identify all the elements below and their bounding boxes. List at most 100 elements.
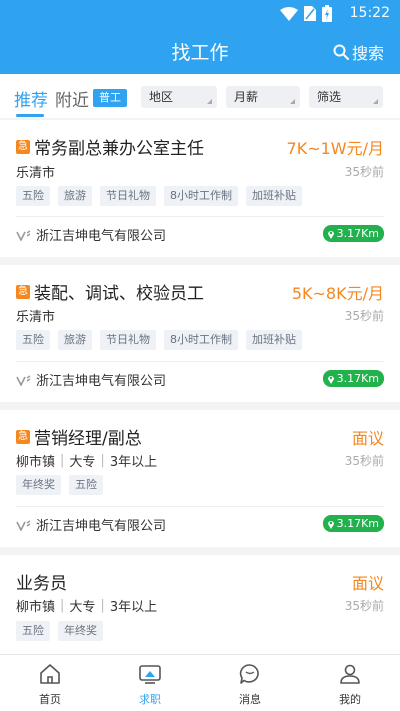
job-card[interactable]: 急 装配、调试、校验员工 5K~8K元/月 乐清市 35秒前 五险 旅游 节日礼…	[0, 265, 400, 402]
company-name: 浙江吉坤电气有限公司	[36, 229, 167, 244]
salary-dropdown-label: 月薪	[234, 90, 259, 104]
job-title: 常务副总兼办公室主任	[34, 139, 204, 159]
benefit-tag: 节日礼物	[100, 186, 156, 206]
message-icon	[239, 664, 259, 684]
benefit-tags: 五险 旅游 节日礼物 8小时工作制 加班补贴	[16, 186, 302, 206]
status-icons	[280, 5, 332, 22]
job-meta: 柳市镇 | 大专 | 3年以上	[16, 596, 157, 615]
benefit-tag: 五险	[16, 186, 50, 206]
company-row[interactable]: 浙江吉坤电气有限公司	[16, 225, 166, 244]
urgent-icon: 急	[16, 284, 30, 299]
job-location: 乐清市	[16, 166, 56, 181]
benefit-tag: 旅游	[58, 186, 92, 206]
job-salary: 面议	[351, 429, 384, 448]
benefit-tag: 五险	[16, 330, 50, 350]
distance-badge: 3.17Km	[322, 225, 384, 242]
bottom-navigation: 首页 求职 消息 我的	[0, 654, 400, 711]
job-experience: 3年以上	[109, 600, 158, 615]
nav-home[interactable]: 首页	[0, 655, 100, 711]
app-header: 找工作 搜索	[0, 28, 400, 74]
job-card[interactable]: 急 常务副总兼办公室主任 7K~1W元/月 乐清市 35秒前 五险 旅游 节日礼…	[0, 120, 400, 257]
company-name: 浙江吉坤电气有限公司	[36, 374, 167, 389]
benefit-tag: 节日礼物	[100, 330, 156, 350]
benefit-tag: 加班补贴	[246, 330, 302, 350]
benefit-tags: 年终奖 五险	[16, 475, 103, 495]
location-pin-icon	[327, 230, 334, 239]
job-search-icon	[139, 665, 161, 684]
nav-messages[interactable]: 消息	[200, 655, 300, 711]
tab-nearby[interactable]: 附近	[55, 86, 89, 111]
nav-label: 消息	[239, 693, 261, 706]
benefit-tag: 8小时工作制	[164, 330, 238, 350]
job-meta: 乐清市	[16, 306, 55, 325]
job-location: 柳市镇	[16, 600, 56, 615]
meta-separator: |	[60, 598, 65, 613]
salary-dropdown[interactable]: 月薪	[226, 86, 300, 108]
nav-label: 求职	[139, 693, 161, 706]
category-chip-general-worker[interactable]: 普工	[93, 89, 127, 107]
company-row[interactable]: 浙江吉坤电气有限公司	[16, 515, 166, 534]
benefit-tag: 五险	[16, 621, 50, 641]
job-location: 乐清市	[16, 310, 56, 325]
job-education: 大专	[69, 455, 96, 470]
job-title-row: 急 常务副总兼办公室主任	[16, 134, 204, 159]
location-pin-icon	[327, 375, 334, 384]
job-salary: 5K~8K元/月	[291, 284, 384, 303]
dropdown-arrow-icon	[373, 99, 378, 104]
urgent-icon: 急	[16, 139, 30, 154]
nav-label: 我的	[339, 693, 361, 706]
divider	[16, 216, 384, 217]
post-time: 35秒前	[344, 309, 384, 323]
post-time: 35秒前	[344, 599, 384, 613]
verified-company-icon	[16, 519, 31, 531]
dropdown-arrow-icon	[207, 99, 212, 104]
status-time: 15:22	[349, 5, 390, 21]
job-meta: 柳市镇 | 大专 | 3年以上	[16, 451, 157, 470]
job-location: 柳市镇	[16, 455, 56, 470]
benefit-tag: 年终奖	[58, 621, 103, 641]
dropdown-arrow-icon	[290, 99, 295, 104]
benefit-tag: 加班补贴	[246, 186, 302, 206]
verified-company-icon	[16, 229, 31, 241]
job-title: 业务员	[16, 574, 67, 594]
distance-badge: 3.17Km	[322, 515, 384, 532]
search-label: 搜索	[351, 44, 384, 63]
distance-value: 3.17Km	[336, 227, 379, 240]
search-button[interactable]: 搜索	[333, 40, 384, 64]
nav-profile[interactable]: 我的	[300, 655, 400, 711]
job-salary: 7K~1W元/月	[286, 139, 384, 158]
benefit-tag: 年终奖	[16, 475, 61, 495]
area-dropdown[interactable]: 地区	[141, 86, 217, 108]
wifi-icon	[280, 6, 298, 21]
profile-icon	[340, 664, 360, 684]
distance-value: 3.17Km	[336, 517, 379, 530]
job-experience: 3年以上	[109, 455, 158, 470]
filter-bar: 推荐 附近 普工 地区 月薪 筛选	[0, 74, 400, 118]
job-card[interactable]: 急 营销经理/副总 面议 柳市镇 | 大专 | 3年以上 35秒前 年终奖 五险…	[0, 410, 400, 547]
company-row[interactable]: 浙江吉坤电气有限公司	[16, 370, 166, 389]
divider	[16, 506, 384, 507]
job-meta: 乐清市	[16, 162, 55, 181]
urgent-icon: 急	[16, 429, 30, 444]
verified-company-icon	[16, 374, 31, 386]
search-icon	[333, 44, 349, 60]
job-title-row: 急 装配、调试、校验员工	[16, 279, 204, 304]
distance-value: 3.17Km	[336, 372, 379, 385]
job-title: 营销经理/副总	[34, 429, 142, 449]
filter-dropdown[interactable]: 筛选	[309, 86, 383, 108]
sim-icon	[304, 6, 316, 21]
job-education: 大专	[69, 600, 96, 615]
meta-separator: |	[100, 598, 105, 613]
meta-separator: |	[60, 453, 65, 468]
job-card[interactable]: 业务员 面议 柳市镇 | 大专 | 3年以上 35秒前 五险 年终奖	[0, 555, 400, 654]
benefit-tag: 五险	[69, 475, 103, 495]
benefit-tags: 五险 旅游 节日礼物 8小时工作制 加班补贴	[16, 330, 302, 350]
job-title: 装配、调试、校验员工	[34, 284, 204, 304]
job-salary: 面议	[351, 574, 384, 593]
tab-recommend[interactable]: 推荐	[14, 86, 48, 111]
area-dropdown-label: 地区	[149, 90, 174, 104]
active-tab-indicator	[16, 114, 44, 117]
nav-job-search[interactable]: 求职	[100, 655, 200, 711]
company-name: 浙江吉坤电气有限公司	[36, 519, 167, 534]
divider	[16, 361, 384, 362]
